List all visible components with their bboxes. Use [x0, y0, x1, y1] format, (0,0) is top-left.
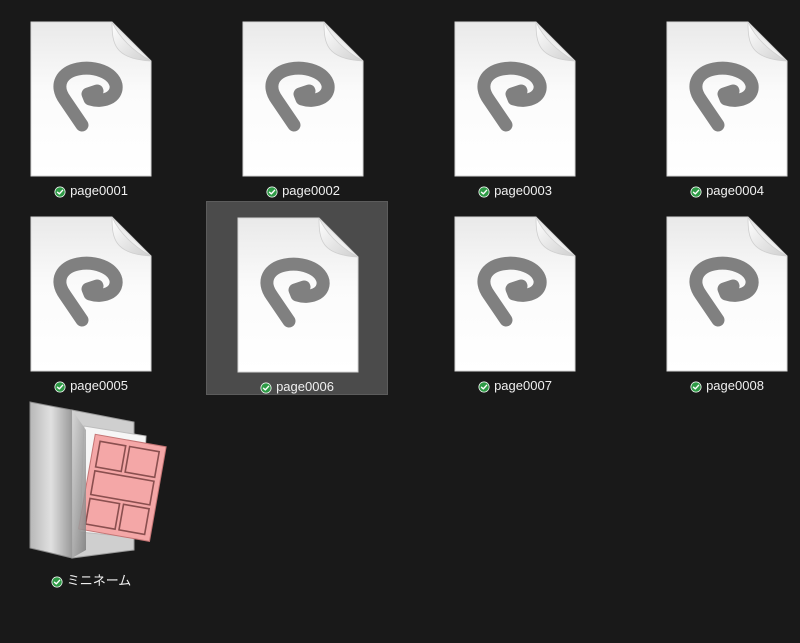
file-caption: page0001 — [0, 182, 182, 200]
clip-file-icon — [212, 6, 394, 178]
clip-file-icon — [424, 201, 606, 373]
synced-check-icon — [260, 381, 272, 394]
file-name: page0001 — [70, 183, 128, 198]
synced-check-icon — [478, 380, 490, 393]
file-caption: page0004 — [636, 182, 800, 200]
clip-file-icon — [636, 6, 800, 178]
file-name: page0007 — [494, 378, 552, 393]
file-name: page0008 — [706, 378, 764, 393]
synced-check-icon — [266, 185, 278, 198]
synced-check-icon — [478, 185, 490, 198]
file-name: page0003 — [494, 183, 552, 198]
clip-file-icon — [424, 6, 606, 178]
file-item[interactable]: page0002 — [212, 6, 394, 200]
file-item[interactable]: page0005 — [0, 201, 182, 395]
clip-file-icon — [636, 201, 800, 373]
synced-check-icon — [54, 380, 66, 393]
folder-item[interactable]: ミニネーム — [0, 396, 182, 590]
folder-caption: ミニネーム — [0, 572, 182, 590]
clip-file-icon — [0, 201, 182, 373]
file-item[interactable]: page0003 — [424, 6, 606, 200]
file-item[interactable]: page0008 — [636, 201, 800, 395]
synced-check-icon — [54, 185, 66, 198]
file-caption: page0005 — [0, 377, 182, 395]
synced-check-icon — [51, 575, 63, 588]
file-item[interactable]: page0006 — [206, 201, 388, 395]
clip-file-icon — [207, 202, 389, 374]
comic-folder-icon — [0, 396, 182, 568]
file-item[interactable]: page0007 — [424, 201, 606, 395]
synced-check-icon — [690, 380, 702, 393]
file-caption: page0008 — [636, 377, 800, 395]
file-item[interactable]: page0001 — [0, 6, 182, 200]
file-item[interactable]: page0004 — [636, 6, 800, 200]
file-name: page0005 — [70, 378, 128, 393]
file-name: page0002 — [282, 183, 340, 198]
folder-name: ミニネーム — [66, 573, 132, 588]
file-caption: page0002 — [212, 182, 394, 200]
clip-file-icon — [0, 6, 182, 178]
file-caption: page0003 — [424, 182, 606, 200]
file-name: page0004 — [706, 183, 764, 198]
file-name: page0006 — [276, 379, 334, 394]
file-caption: page0007 — [424, 377, 606, 395]
file-caption: page0006 — [207, 378, 387, 396]
synced-check-icon — [690, 185, 702, 198]
